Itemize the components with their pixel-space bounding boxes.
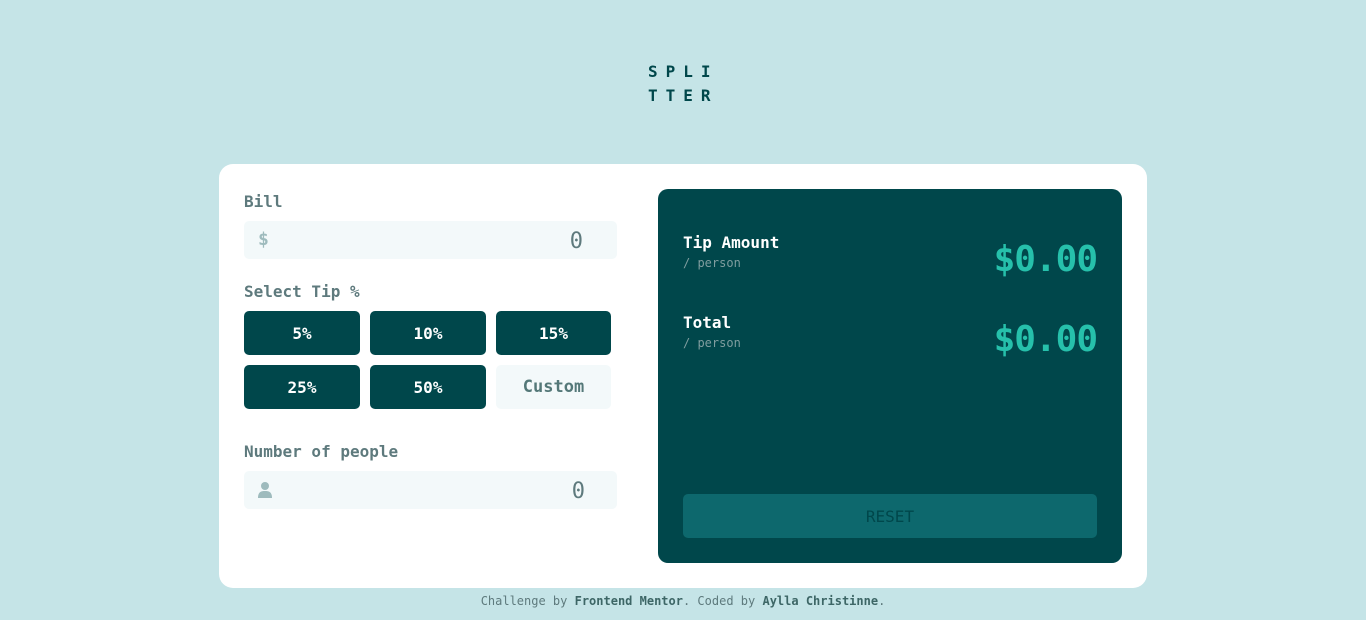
tip-50-button[interactable]: 50% [370, 365, 486, 409]
results-panel: Tip Amount / person $0.00 Total / person… [658, 189, 1122, 563]
footer-suffix: . [878, 594, 886, 608]
bill-input[interactable]: $ 0 [244, 221, 617, 259]
reset-button[interactable]: RESET [683, 494, 1097, 538]
total-value: $0.00 [993, 319, 1098, 360]
author-link[interactable]: Aylla Christinne [762, 594, 878, 608]
attribution-footer: Challenge by Frontend Mentor. Coded by A… [0, 594, 1366, 608]
custom-tip-input[interactable]: Custom [496, 365, 611, 409]
tip-10-button[interactable]: 10% [370, 311, 486, 355]
frontend-mentor-link[interactable]: Frontend Mentor [575, 594, 683, 608]
tip-15-button[interactable]: 15% [496, 311, 611, 355]
tip-amount-per-person: / person [683, 256, 741, 270]
people-value: 0 [571, 479, 585, 504]
calculator-card: Bill $ 0 Select Tip % 5% 10% 15% 25% 50%… [219, 164, 1147, 588]
bill-label: Bill [244, 192, 283, 211]
tip-5-button[interactable]: 5% [244, 311, 360, 355]
people-label: Number of people [244, 442, 399, 461]
footer-middle: . Coded by [682, 594, 763, 608]
tip-25-button[interactable]: 25% [244, 365, 360, 409]
people-input[interactable]: 0 [244, 471, 617, 509]
bill-value: 0 [569, 229, 583, 254]
logo-line-2: TTER [648, 86, 719, 105]
total-per-person: / person [683, 336, 741, 350]
logo-line-1: SPLI [648, 62, 719, 81]
person-icon [258, 482, 272, 503]
select-tip-label: Select Tip % [244, 282, 360, 301]
total-label: Total [683, 313, 732, 332]
tip-amount-label: Tip Amount [683, 233, 780, 252]
app-logo: SPLI TTER [648, 60, 728, 108]
tip-amount-value: $0.00 [993, 239, 1098, 280]
dollar-icon: $ [258, 229, 269, 250]
footer-prefix: Challenge by [480, 594, 575, 608]
